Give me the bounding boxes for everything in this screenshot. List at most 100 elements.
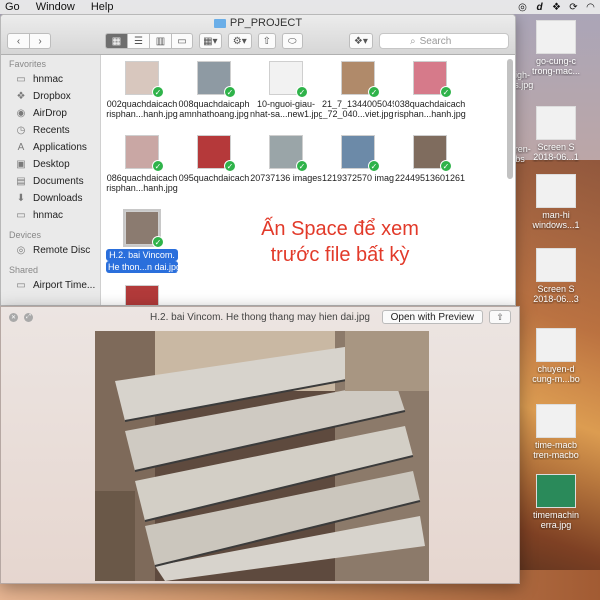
- vertical-scrollbar[interactable]: [507, 59, 513, 179]
- dropbox-icon: ❖: [16, 91, 26, 102]
- image-thumbnail: ✓: [269, 135, 308, 172]
- synced-check-icon: ✓: [296, 160, 308, 172]
- search-field[interactable]: ⌕ Search: [379, 33, 509, 49]
- file-name: nhat-sa...new1.jpg: [250, 109, 322, 119]
- desktop-file-label: windows...1: [532, 220, 580, 230]
- file-item[interactable]: ✓ 095quachdaicach: [178, 135, 250, 183]
- sidebar-item-downloads[interactable]: ⬇ Downloads: [1, 190, 100, 207]
- desktop-file-label: Screen S: [537, 284, 575, 294]
- file-name: 22449513601261: [394, 173, 466, 183]
- sidebar-item-hnmac-home[interactable]: ▭ hnmac: [1, 71, 100, 88]
- desktop-file[interactable]: man-hi windows...1: [512, 174, 600, 230]
- sidebar-item-label: Recents: [33, 125, 70, 136]
- sidebar-item-applications[interactable]: A Applications: [1, 139, 100, 156]
- sidebar-item-label: Applications: [33, 142, 87, 153]
- file-item[interactable]: ✓ 21_7_1344005049 _72_040...viet.jpg: [322, 61, 394, 119]
- desktop-file-label: time-macb: [534, 440, 577, 450]
- dropbox-icon[interactable]: ❖: [551, 2, 562, 13]
- file-item[interactable]: ✓ 086quachdaicach risphan...hanh.jpg: [106, 135, 178, 193]
- quicklook-window: ✕ ⤢ H.2. bai Vincom. He thong thang may …: [0, 306, 520, 584]
- sidebar-item-recents[interactable]: ◷ Recents: [1, 122, 100, 139]
- sidebar-item-label: Desktop: [33, 159, 70, 170]
- menu-help[interactable]: Help: [91, 1, 114, 13]
- file-item[interactable]: ✓ 008quachdaicaph amnhathoang.jpg: [178, 61, 250, 119]
- back-button[interactable]: ‹: [7, 33, 29, 49]
- desktop-file[interactable]: go-cung-c trong-mac...: [512, 20, 600, 76]
- file-name: 086quachdaicach: [106, 173, 178, 183]
- share-button[interactable]: ⇧: [257, 33, 276, 49]
- dropbox-button[interactable]: ❖▾: [348, 33, 373, 49]
- clock-icon: ◷: [16, 125, 26, 136]
- file-item[interactable]: ✓ 1219372570 image: [322, 135, 394, 183]
- annotation-line: Ấn Space để xem: [261, 218, 419, 240]
- file-name: H.2. bai Vincom.: [106, 249, 178, 261]
- search-icon: ⌕: [410, 35, 416, 47]
- applications-icon: A: [17, 142, 25, 153]
- synced-check-icon: ✓: [440, 86, 452, 98]
- downloads-icon: ⬇: [16, 193, 26, 204]
- image-thumbnail: ✓: [197, 135, 236, 172]
- file-item[interactable]: ✓ 038quachdaicach risphan...hanh.jpg: [394, 61, 466, 119]
- group-by-button[interactable]: ▦▾: [199, 33, 222, 49]
- desktop-file-label: erra.jpg: [540, 520, 572, 530]
- documents-icon: ▤: [16, 176, 26, 187]
- action-gear-button[interactable]: ⚙▾: [227, 33, 252, 49]
- sidebar-item-label: AirDrop: [33, 108, 67, 119]
- sidebar-item-label: Documents: [33, 176, 84, 187]
- file-item-selected[interactable]: ✓ H.2. bai Vincom. He thon...n dai.jpg: [106, 209, 178, 273]
- desktop-file-thumbnail: [536, 106, 576, 140]
- wifi-icon[interactable]: ◠: [585, 2, 596, 13]
- desktop-file-thumbnail: [536, 404, 576, 438]
- instruction-annotation: Ấn Space để xem trước file bất kỳ: [240, 216, 440, 268]
- menu-window[interactable]: Window: [36, 1, 75, 13]
- synced-check-icon: ✓: [224, 86, 236, 98]
- preview-image: [95, 331, 429, 581]
- disc-icon: ◎: [16, 245, 26, 256]
- desktop-file-label: tren-macbo: [533, 450, 579, 460]
- tags-button[interactable]: ⬭: [281, 33, 303, 49]
- desktop-file-thumbnail: [536, 328, 576, 362]
- synced-check-icon: ✓: [440, 160, 452, 172]
- menu-go[interactable]: Go: [5, 1, 20, 13]
- sidebar-item-airdrop[interactable]: ◉ AirDrop: [1, 105, 100, 122]
- desktop-file-label: timemachin: [532, 510, 579, 520]
- file-name: 21_7_1344005049: [322, 99, 394, 109]
- file-item[interactable]: [106, 285, 178, 305]
- menu-bar: Go Window Help ◎ d ❖ ⟳ ◠: [0, 0, 600, 14]
- file-name: risphan...hanh.jpg: [106, 109, 178, 119]
- sidebar-item-airport-time-capsule[interactable]: ▭ Airport Time...: [1, 277, 100, 294]
- forward-button[interactable]: ›: [29, 33, 51, 49]
- sync-icon[interactable]: ⟳: [568, 2, 579, 13]
- sidebar-item-desktop[interactable]: ▣ Desktop: [1, 156, 100, 173]
- image-thumbnail: ✓: [125, 61, 164, 98]
- gallery-view-button[interactable]: ▭: [171, 33, 193, 49]
- sidebar-item-hnmac-folder[interactable]: ▭ hnmac: [1, 207, 100, 224]
- open-with-preview-button[interactable]: Open with Preview: [381, 310, 483, 324]
- icon-view-button[interactable]: ▦: [105, 33, 127, 49]
- share-button[interactable]: ⇧: [489, 310, 511, 324]
- file-item[interactable]: ✓ 22449513601261: [394, 135, 466, 183]
- desktop-file[interactable]: time-macb tren-macbo: [512, 404, 600, 460]
- sidebar-item-label: hnmac: [33, 210, 64, 221]
- list-view-button[interactable]: ☰: [127, 33, 149, 49]
- file-item[interactable]: ✓ 002quachdaicach risphan...hanh.jpg: [106, 61, 178, 119]
- view-mode-buttons: ▦ ☰ ▥ ▭: [105, 33, 193, 49]
- dictionary-icon[interactable]: d: [534, 2, 545, 13]
- home-folder-icon: ▭: [16, 74, 26, 85]
- file-item[interactable]: ✓ 20737136 images: [250, 135, 322, 183]
- sidebar-item-documents[interactable]: ▤ Documents: [1, 173, 100, 190]
- desktop-file-thumbnail: [536, 174, 576, 208]
- column-view-button[interactable]: ▥: [149, 33, 171, 49]
- creative-cloud-icon[interactable]: ◎: [517, 2, 528, 13]
- finder-toolbar: ‹ › ▦ ☰ ▥ ▭ ▦▾ ⚙▾ ⇧ ⬭ ❖▾ ⌕ Search: [7, 32, 509, 50]
- sidebar-item-dropbox[interactable]: ❖ Dropbox: [1, 88, 100, 105]
- sidebar-item-remote-disc[interactable]: ◎ Remote Disc: [1, 242, 100, 259]
- desktop-file[interactable]: timemachin erra.jpg: [512, 474, 600, 530]
- finder-sidebar: Favorites ▭ hnmac ❖ Dropbox ◉ AirDrop ◷ Rece…: [1, 55, 101, 305]
- desktop-file[interactable]: chuyen-d cung-m...bo: [512, 328, 600, 384]
- display-icon: ▭: [16, 280, 26, 291]
- desktop-file[interactable]: Screen S 2018-06...3: [512, 248, 600, 304]
- file-name: 10-nguoi-giau-: [256, 99, 316, 109]
- desktop-file-thumbnail: [536, 20, 576, 54]
- file-item[interactable]: ✓ 10-nguoi-giau-nhat-sa...new1.jpg: [250, 61, 322, 119]
